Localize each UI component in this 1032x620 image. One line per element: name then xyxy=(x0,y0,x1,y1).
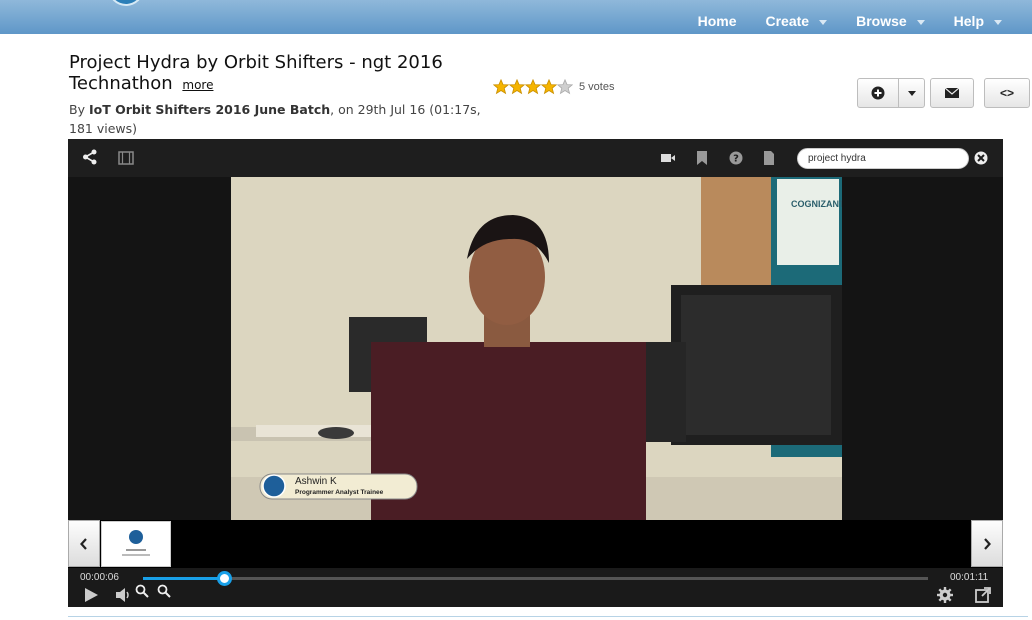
nav-create[interactable]: Create xyxy=(765,5,828,29)
chevron-right-icon xyxy=(984,537,991,550)
current-time: 00:00:06 xyxy=(80,572,119,583)
add-to-button[interactable] xyxy=(857,78,899,108)
transcript-search-input[interactable]: project hydra xyxy=(797,148,969,169)
search-value: project hydra xyxy=(808,153,866,164)
seek-progress xyxy=(143,577,224,580)
chevron-left-icon xyxy=(80,537,87,550)
embed-button[interactable]: <> xyxy=(984,78,1030,108)
add-dropdown-button[interactable] xyxy=(898,78,925,108)
nav-browse[interactable]: Browse xyxy=(856,5,925,29)
film-strip-icon[interactable] xyxy=(118,150,134,166)
svg-text:?: ? xyxy=(733,154,739,165)
votes-count: 5 votes xyxy=(579,81,615,93)
popout-icon[interactable] xyxy=(974,586,992,604)
star-icon[interactable] xyxy=(509,79,525,95)
help-icon[interactable]: ? xyxy=(728,150,744,166)
nav-home-label: Home xyxy=(697,13,737,29)
seek-bar[interactable] xyxy=(143,571,928,586)
play-icon[interactable] xyxy=(82,586,100,604)
star-icon[interactable] xyxy=(541,79,557,95)
byline: By IoT Orbit Shifters 2016 June Batch, o… xyxy=(69,100,489,138)
video-player: ? project hydra COGNIZANT Ashwin K Progr… xyxy=(68,139,1003,607)
overlay-role: Programmer Analyst Trainee xyxy=(295,489,384,496)
caret-down-icon xyxy=(907,90,916,96)
nav-home[interactable]: Home xyxy=(698,5,737,29)
poster xyxy=(777,179,839,265)
chevron-down-icon xyxy=(819,20,828,25)
zoom-out-icon[interactable] xyxy=(157,584,171,598)
divider xyxy=(68,616,1028,620)
prev-slide-button[interactable] xyxy=(68,520,100,567)
overlay-name: Ashwin K xyxy=(295,476,337,487)
envelope-icon xyxy=(945,88,959,98)
poster-text: COGNIZANT xyxy=(791,199,842,209)
duration-time: 00:01:11 xyxy=(950,572,989,583)
video-scene: COGNIZANT Ashwin K Programmer Analyst Tr… xyxy=(231,177,842,520)
video-frame[interactable]: COGNIZANT Ashwin K Programmer Analyst Tr… xyxy=(231,177,842,520)
player-toolbar: ? project hydra xyxy=(68,139,1003,177)
seek-handle[interactable] xyxy=(217,571,232,586)
nav-browse-label: Browse xyxy=(856,13,907,29)
star-empty-icon[interactable] xyxy=(557,79,573,95)
nav-create-label: Create xyxy=(765,13,810,29)
site-logo[interactable] xyxy=(108,0,144,6)
nav-help-label: Help xyxy=(953,13,984,29)
volume-icon[interactable] xyxy=(114,586,132,604)
author-link[interactable]: IoT Orbit Shifters 2016 June Batch xyxy=(89,102,330,117)
player-controls: 00:00:06 00:01:11 xyxy=(68,568,1003,607)
page-title: Project Hydra by Orbit Shifters - ngt 20… xyxy=(69,52,489,96)
bookmark-icon[interactable] xyxy=(694,150,710,166)
star-icon[interactable] xyxy=(525,79,541,95)
share-icon[interactable] xyxy=(82,149,98,165)
video-title: Project Hydra by Orbit Shifters - ngt 20… xyxy=(69,52,443,94)
slide-strip xyxy=(68,520,1003,568)
top-nav-bar: Home Create Browse Help xyxy=(0,0,1032,34)
video-camera-icon[interactable] xyxy=(660,150,676,166)
plus-circle-icon xyxy=(871,86,885,100)
star-rating[interactable]: 5 votes xyxy=(493,79,614,95)
chevron-down-icon xyxy=(916,20,925,25)
more-link[interactable]: more xyxy=(182,78,213,92)
chevron-down-icon xyxy=(994,20,1002,25)
document-icon[interactable] xyxy=(761,150,777,166)
email-button[interactable] xyxy=(930,78,974,108)
clear-search-icon[interactable] xyxy=(973,150,989,166)
gear-icon[interactable] xyxy=(936,586,954,604)
nav-help[interactable]: Help xyxy=(954,5,1002,29)
main-nav: Home Create Browse Help xyxy=(669,0,1002,34)
slide-thumbnail[interactable] xyxy=(101,521,171,567)
embed-label: <> xyxy=(999,86,1014,100)
star-icon[interactable] xyxy=(493,79,509,95)
zoom-in-icon[interactable] xyxy=(135,584,149,598)
next-slide-button[interactable] xyxy=(971,520,1003,567)
by-prefix: By xyxy=(69,102,89,117)
thumbnail-logo-icon xyxy=(122,530,150,556)
